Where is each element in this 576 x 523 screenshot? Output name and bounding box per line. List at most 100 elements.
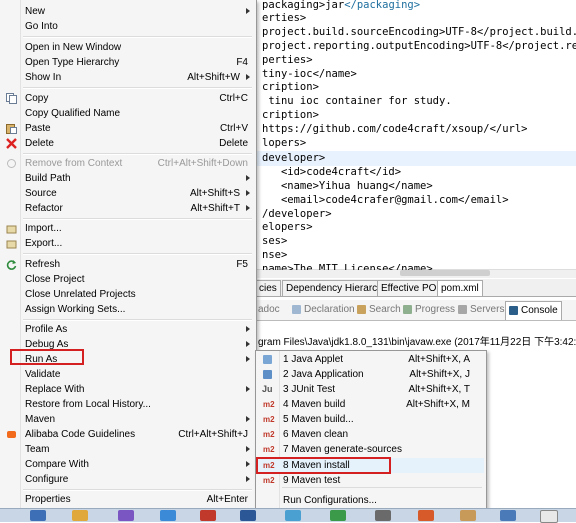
maven-install-highlight-box [256, 457, 391, 474]
menu-item-export[interactable]: Export... [2, 236, 254, 251]
maven-icon: m2 [263, 400, 275, 409]
menu-item-close-project[interactable]: Close Project [2, 272, 254, 287]
submenu-arrow-icon [246, 190, 250, 196]
tab-dependencies[interactable]: cies [256, 280, 281, 296]
taskbar-app-icon[interactable] [418, 510, 434, 521]
submenu-arrow-icon [246, 175, 250, 181]
taskbar-app-icon[interactable] [30, 510, 46, 521]
menu-separator [23, 489, 252, 491]
progress-icon [403, 304, 412, 314]
remove-context-icon [6, 158, 17, 169]
menu-item-maven[interactable]: Maven [2, 412, 254, 427]
submenu-item-maven-generate-sources[interactable]: m2 7 Maven generate-sources [256, 442, 484, 457]
menu-item-delete[interactable]: Delete Delete [2, 136, 254, 151]
submenu-arrow-icon [246, 356, 250, 362]
taskbar-app-icon[interactable] [240, 510, 256, 521]
java-applet-icon [263, 355, 272, 364]
tab-progress[interactable]: Progress [403, 303, 455, 317]
tab-servers[interactable]: Servers [458, 303, 504, 317]
submenu-item-maven-clean[interactable]: m2 6 Maven clean [256, 427, 484, 442]
submenu-item-run-configurations[interactable]: Run Configurations... [256, 493, 484, 508]
menu-item-profile-as[interactable]: Profile As [2, 322, 254, 337]
taskbar-app-icon[interactable] [460, 510, 476, 521]
taskbar-app-icon[interactable] [200, 510, 216, 521]
submenu-arrow-icon [246, 461, 250, 467]
menu-item-compare-with[interactable]: Compare With [2, 457, 254, 472]
taskbar-app-icon[interactable] [160, 510, 176, 521]
tab-search[interactable]: Search [357, 303, 401, 317]
menu-item-assign-working-sets[interactable]: Assign Working Sets... [2, 302, 254, 317]
servers-icon [458, 304, 467, 314]
maven-icon: m2 [263, 476, 275, 485]
menu-separator [23, 218, 252, 220]
tab-console[interactable]: Console [505, 301, 562, 320]
junit-icon: Ju [262, 384, 273, 394]
code-line: perties> [262, 54, 313, 66]
menu-item-new[interactable]: New [2, 4, 254, 19]
menu-item-refresh[interactable]: Refresh F5 [2, 257, 254, 272]
menu-item-show-in[interactable]: Show In Alt+Shift+W [2, 70, 254, 85]
maven-icon: m2 [263, 445, 275, 454]
menu-item-copy[interactable]: Copy Ctrl+C [2, 91, 254, 106]
submenu-arrow-icon [246, 205, 250, 211]
submenu-item-maven-build[interactable]: m2 4 Maven build Alt+Shift+X, M [256, 397, 484, 412]
taskbar-app-icon[interactable] [375, 510, 391, 521]
taskbar-app-icon[interactable] [285, 510, 301, 521]
tab-dependency-hierarchy[interactable]: Dependency Hierarchy [282, 280, 392, 296]
import-icon [6, 223, 17, 234]
menu-separator [23, 253, 252, 255]
submenu-item-java-applet[interactable]: 1 Java Applet Alt+Shift+X, A [256, 352, 484, 367]
code-line: elopers> [262, 221, 313, 233]
code-line: cription> [262, 81, 319, 93]
delete-icon [6, 138, 17, 149]
menu-item-refactor[interactable]: Refactor Alt+Shift+T [2, 201, 254, 216]
code-line: project.reporting.outputEncoding>UTF-8</… [262, 40, 576, 52]
menu-item-open-in-new-window[interactable]: Open in New Window [2, 40, 254, 55]
submenu-arrow-icon [246, 416, 250, 422]
tab-javadoc[interactable]: adoc [258, 303, 280, 317]
taskbar-app-icon[interactable] [72, 510, 88, 521]
submenu-item-maven-build-dialog[interactable]: m2 5 Maven build... [256, 412, 484, 427]
menu-item-source[interactable]: Source Alt+Shift+S [2, 186, 254, 201]
menu-item-alibaba-code-guidelines[interactable]: Alibaba Code Guidelines Ctrl+Alt+Shift+J [2, 427, 254, 442]
paste-icon [6, 123, 17, 134]
refresh-icon [6, 259, 17, 270]
menu-item-build-path[interactable]: Build Path [2, 171, 254, 186]
menu-item-validate[interactable]: Validate [2, 367, 254, 382]
java-application-icon [263, 370, 272, 379]
alibaba-icon [6, 429, 17, 440]
tab-pom-xml[interactable]: pom.xml [437, 280, 483, 296]
submenu-item-junit-test[interactable]: Ju 3 JUnit Test Alt+Shift+X, T [256, 382, 484, 397]
menu-separator [23, 153, 252, 155]
console-icon [509, 305, 518, 315]
submenu-item-maven-test[interactable]: m2 9 Maven test [256, 473, 484, 488]
menu-item-close-unrelated-projects[interactable]: Close Unrelated Projects [2, 287, 254, 302]
search-icon [357, 304, 366, 314]
menu-item-import[interactable]: Import... [2, 221, 254, 236]
copy-icon [6, 93, 17, 104]
taskbar-app-icon[interactable] [540, 510, 558, 523]
menu-item-go-into[interactable]: Go Into [2, 19, 254, 34]
taskbar-app-icon[interactable] [500, 510, 516, 521]
code-line: <email>code4crafer@gmail.com</email> [262, 194, 509, 206]
code-line: nse> [262, 249, 288, 261]
menu-item-restore-from-local-history[interactable]: Restore from Local History... [2, 397, 254, 412]
submenu-arrow-icon [246, 446, 250, 452]
menu-item-open-type-hierarchy[interactable]: Open Type Hierarchy F4 [2, 55, 254, 70]
code-line: https://github.com/code4craft/xsoup/</ur… [262, 123, 528, 135]
code-line: developer> [262, 152, 326, 164]
submenu-item-java-application[interactable]: 2 Java Application Alt+Shift+X, J [256, 367, 484, 382]
menu-item-properties[interactable]: Properties Alt+Enter [2, 492, 254, 507]
menu-item-paste[interactable]: Paste Ctrl+V [2, 121, 254, 136]
code-line: cription> [262, 109, 319, 121]
menu-item-replace-with[interactable]: Replace With [2, 382, 254, 397]
menu-item-configure[interactable]: Configure [2, 472, 254, 487]
menu-item-team[interactable]: Team [2, 442, 254, 457]
submenu-arrow-icon [246, 386, 250, 392]
tab-declaration[interactable]: Declaration [292, 303, 355, 317]
taskbar-app-icon[interactable] [330, 510, 346, 521]
menu-item-remove-from-context: Remove from Context Ctrl+Alt+Shift+Down [2, 156, 254, 171]
editor-scroll-thumb[interactable] [400, 270, 490, 276]
taskbar-app-icon[interactable] [118, 510, 134, 521]
menu-item-copy-qualified-name[interactable]: Copy Qualified Name [2, 106, 254, 121]
